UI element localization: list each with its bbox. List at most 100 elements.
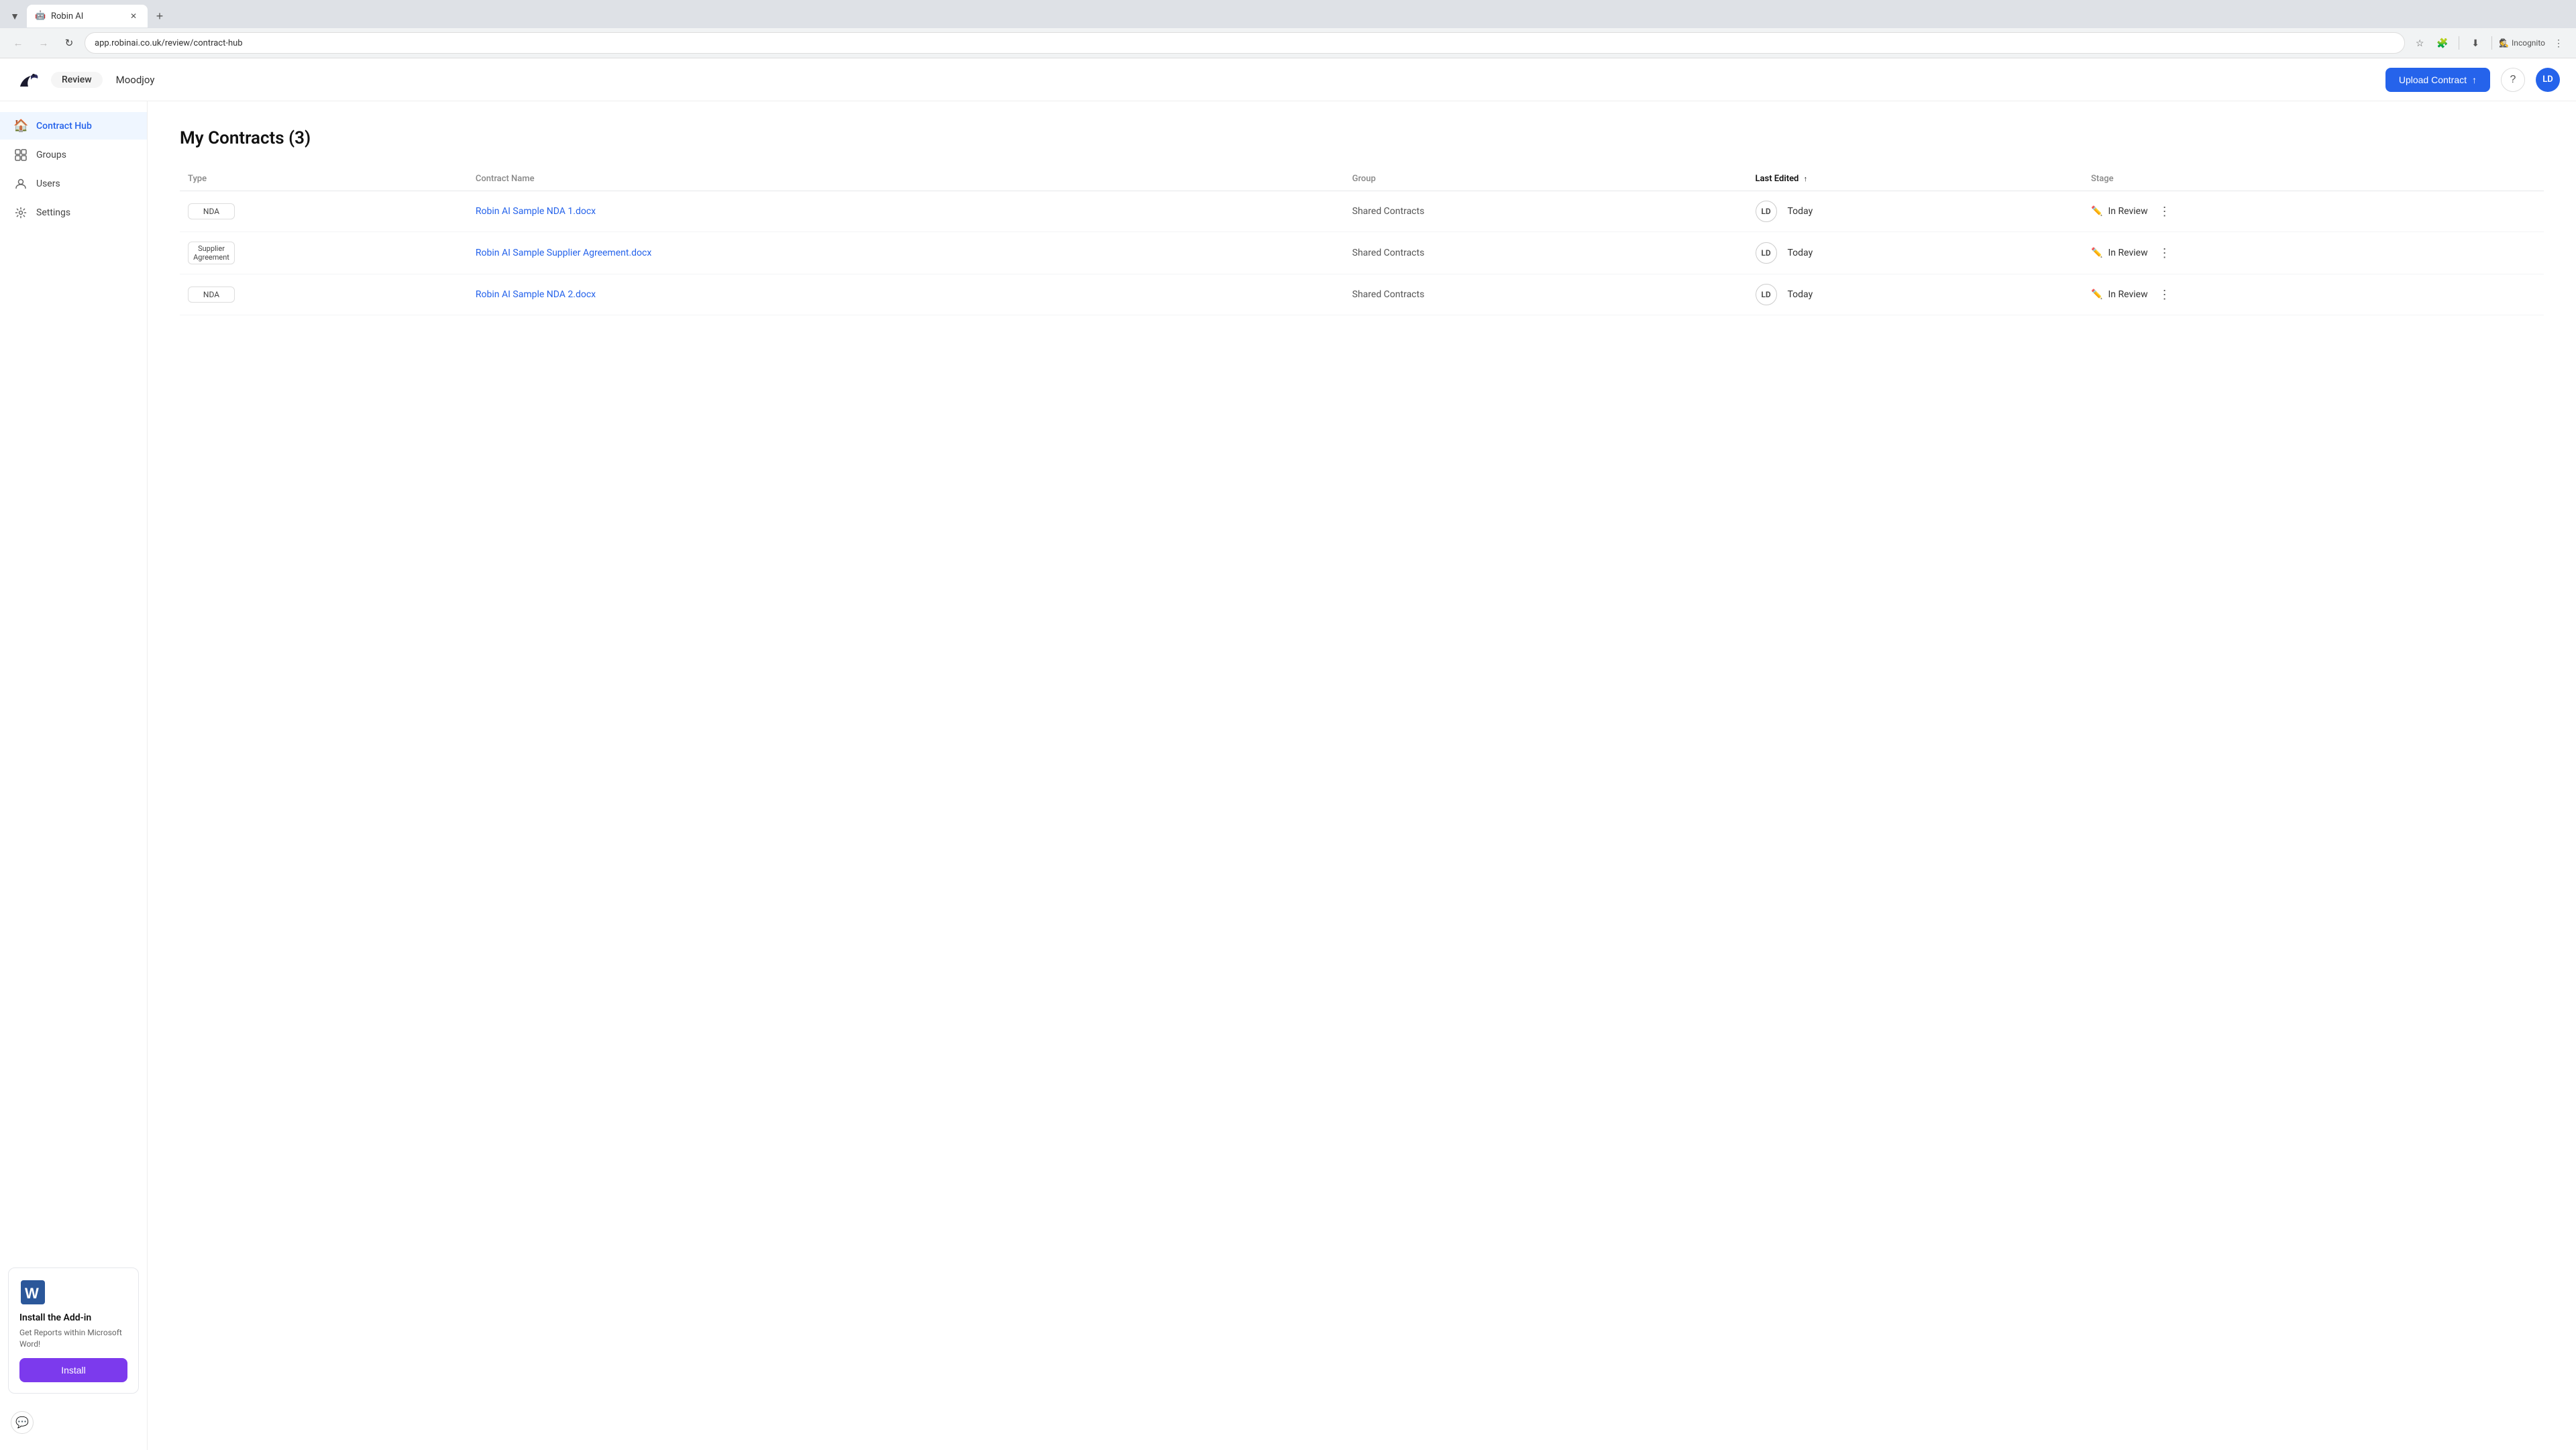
install-addin-button[interactable]: Install <box>19 1358 127 1382</box>
row-more-button[interactable]: ⋮ <box>2153 285 2176 305</box>
table-body: NDA Robin AI Sample NDA 1.docx Shared Co… <box>180 191 2544 315</box>
sidebar-item-groups[interactable]: Groups <box>0 141 147 168</box>
app-wrapper: Review Moodjoy Upload Contract ↑ ? LD 🏠 … <box>0 58 2576 1450</box>
contract-link[interactable]: Robin AI Sample NDA 2.docx <box>476 289 596 300</box>
stage-label: In Review <box>2108 206 2147 217</box>
last-edited-cell: LD Today <box>1748 274 2084 315</box>
table-header: Type Contract Name Group Last Edited ↑ <box>180 167 2544 191</box>
nav-controls: ▼ <box>5 7 24 25</box>
forward-button[interactable]: → <box>34 33 54 53</box>
logo <box>16 68 40 92</box>
tab-close-button[interactable]: ✕ <box>127 10 140 22</box>
company-name: Moodjoy <box>116 74 155 86</box>
upload-contract-button[interactable]: Upload Contract ↑ <box>2385 68 2490 92</box>
help-button[interactable]: ? <box>2501 68 2525 92</box>
address-bar: ← → ↻ app.robinai.co.uk/review/contract-… <box>0 28 2576 58</box>
sidebar-label-settings: Settings <box>36 207 70 218</box>
group-cell: Shared Contracts <box>1344 191 1748 232</box>
tab-bar: ▼ 🤖 Robin AI ✕ + <box>0 0 2576 28</box>
sidebar-item-settings[interactable]: Settings <box>0 199 147 226</box>
last-edited-cell: LD Today <box>1748 232 2084 274</box>
stage-label: In Review <box>2108 289 2147 300</box>
sidebar: 🏠 Contract Hub Groups <box>0 101 148 1450</box>
stage-cell: ✏️ In Review ⋮ <box>2083 232 2544 274</box>
table-row: SupplierAgreement Robin AI Sample Suppli… <box>180 232 2544 274</box>
browser-menu-button[interactable]: ⋮ <box>2549 34 2568 52</box>
stage-cell: ✏️ In Review ⋮ <box>2083 274 2544 315</box>
tab-favicon-icon: 🤖 <box>35 11 46 21</box>
user-avatar[interactable]: LD <box>2536 68 2560 92</box>
incognito-indicator: 🕵 Incognito <box>2499 38 2545 48</box>
back-button[interactable]: ← <box>8 33 28 53</box>
group-text: Shared Contracts <box>1352 289 1425 300</box>
sidebar-item-contract-hub[interactable]: 🏠 Contract Hub <box>0 112 147 140</box>
stage-icon: ✏️ <box>2091 289 2102 300</box>
addins-card: W Install the Add-in Get Reports within … <box>8 1267 139 1394</box>
tab-title: Robin AI <box>51 11 122 21</box>
bookmark-button[interactable]: ☆ <box>2410 34 2429 52</box>
sidebar-item-users[interactable]: Users <box>0 170 147 197</box>
type-cell: NDA <box>180 191 468 232</box>
editor-initials: LD <box>1756 284 1777 305</box>
addins-title: Install the Add-in <box>19 1312 127 1323</box>
stage-icon: ✏️ <box>2091 206 2102 217</box>
last-edited-time: Today <box>1788 206 1813 217</box>
group-cell: Shared Contracts <box>1344 274 1748 315</box>
url-bar[interactable]: app.robinai.co.uk/review/contract-hub <box>85 32 2405 54</box>
groups-icon <box>13 148 28 162</box>
browser-chrome: ▼ 🤖 Robin AI ✕ + ← → ↻ app.robinai.co.uk… <box>0 0 2576 58</box>
sidebar-label-users: Users <box>36 178 60 189</box>
chat-button[interactable]: 💬 <box>11 1411 34 1434</box>
url-text: app.robinai.co.uk/review/contract-hub <box>95 38 2395 48</box>
main-content: 🏠 Contract Hub Groups <box>0 101 2576 1450</box>
upload-icon: ↑ <box>2472 74 2477 85</box>
word-icon: W <box>19 1279 46 1306</box>
group-text: Shared Contracts <box>1352 206 1425 217</box>
contract-link[interactable]: Robin AI Sample NDA 1.docx <box>476 206 596 217</box>
page-content: My Contracts (3) Type Contract Name Grou… <box>148 101 2576 1450</box>
col-stage: Stage <box>2083 167 2544 191</box>
download-button[interactable]: ⬇ <box>2466 34 2485 52</box>
home-icon: 🏠 <box>13 119 28 133</box>
type-badge: SupplierAgreement <box>188 242 235 264</box>
divider2 <box>2491 36 2492 50</box>
settings-icon <box>13 205 28 219</box>
addins-description: Get Reports within Microsoft Word! <box>19 1327 127 1350</box>
upload-button-label: Upload Contract <box>2399 74 2467 85</box>
col-name: Contract Name <box>468 167 1344 191</box>
group-text: Shared Contracts <box>1352 248 1425 258</box>
col-group: Group <box>1344 167 1748 191</box>
table-row: NDA Robin AI Sample NDA 1.docx Shared Co… <box>180 191 2544 232</box>
app-header: Review Moodjoy Upload Contract ↑ ? LD <box>0 58 2576 101</box>
stage-cell: ✏️ In Review ⋮ <box>2083 191 2544 232</box>
sort-icon: ↑ <box>1804 174 1808 183</box>
editor-initials: LD <box>1756 242 1777 264</box>
stage-icon: ✏️ <box>2091 248 2102 258</box>
active-tab[interactable]: 🤖 Robin AI ✕ <box>27 5 148 28</box>
sidebar-spacer <box>0 227 147 1255</box>
help-icon: ? <box>2510 74 2516 86</box>
contract-link[interactable]: Robin AI Sample Supplier Agreement.docx <box>476 248 651 258</box>
stage-label: In Review <box>2108 248 2147 258</box>
row-more-button[interactable]: ⋮ <box>2153 202 2176 221</box>
contract-name-cell: Robin AI Sample NDA 2.docx <box>468 274 1344 315</box>
last-edited-time: Today <box>1788 248 1813 258</box>
col-last-edited[interactable]: Last Edited ↑ <box>1748 167 2084 191</box>
incognito-icon: 🕵 <box>2499 38 2509 48</box>
editor-initials: LD <box>1756 201 1777 222</box>
chat-icon: 💬 <box>15 1416 29 1429</box>
svg-text:W: W <box>25 1285 39 1302</box>
new-tab-button[interactable]: + <box>150 7 169 25</box>
tab-menu-button[interactable]: ▼ <box>5 7 24 25</box>
table-row: NDA Robin AI Sample NDA 2.docx Shared Co… <box>180 274 2544 315</box>
browser-actions: ☆ 🧩 ⬇ 🕵 Incognito ⋮ <box>2410 34 2568 52</box>
type-badge: NDA <box>188 203 235 219</box>
row-more-button[interactable]: ⋮ <box>2153 244 2176 263</box>
extensions-button[interactable]: 🧩 <box>2433 34 2452 52</box>
reload-button[interactable]: ↻ <box>59 33 79 53</box>
type-cell: SupplierAgreement <box>180 232 468 274</box>
contract-name-cell: Robin AI Sample Supplier Agreement.docx <box>468 232 1344 274</box>
sidebar-label-contract-hub: Contract Hub <box>36 121 92 132</box>
contract-name-cell: Robin AI Sample NDA 1.docx <box>468 191 1344 232</box>
last-edited-time: Today <box>1788 289 1813 300</box>
